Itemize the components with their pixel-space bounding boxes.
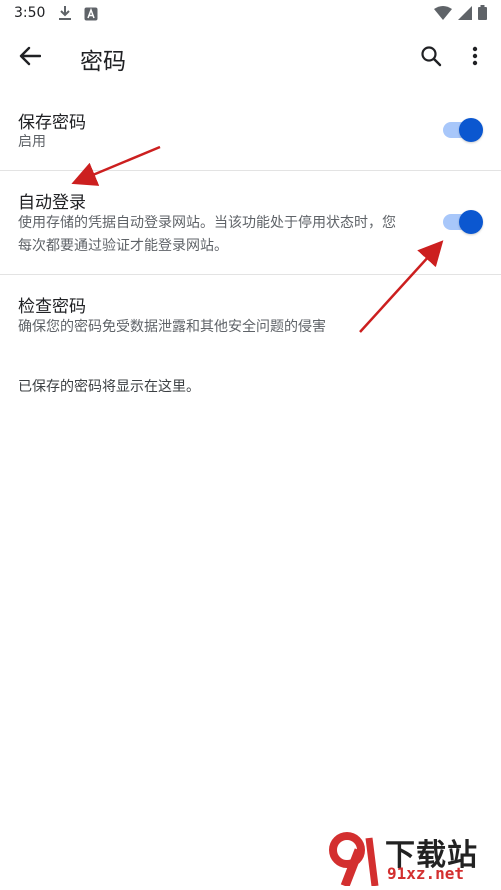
a-notification-icon <box>84 6 98 25</box>
search-icon <box>420 45 442 71</box>
battery-icon <box>478 5 487 24</box>
divider <box>0 274 501 275</box>
watermark: 下载站 91xz.net <box>325 830 495 886</box>
status-icons-right <box>434 5 487 24</box>
watermark-url: 91xz.net <box>387 864 465 883</box>
page-title: 密码 <box>80 49 126 75</box>
setting-title: 保存密码 <box>18 113 86 133</box>
wifi-icon <box>434 5 452 24</box>
toggle-knob <box>459 210 483 234</box>
search-button[interactable] <box>417 44 445 72</box>
more-options-button[interactable] <box>463 44 487 72</box>
signal-icon <box>458 5 472 24</box>
status-bar: 3:50 <box>0 0 501 28</box>
setting-title: 检查密码 <box>18 297 86 317</box>
setting-subtitle: 确保您的密码免受数据泄露和其他安全问题的侵害 <box>18 319 326 335</box>
back-button[interactable] <box>14 44 46 72</box>
back-arrow-icon <box>19 46 42 70</box>
toggle-knob <box>459 118 483 142</box>
setting-title: 自动登录 <box>18 193 86 213</box>
watermark-logo <box>329 832 379 886</box>
app-bar: 密码 <box>0 28 501 88</box>
status-time: 3:50 <box>14 5 46 21</box>
setting-subtitle: 启用 <box>18 134 46 150</box>
download-icon <box>58 5 72 25</box>
setting-subtitle: 使用存储的凭据自动登录网站。当该功能处于停用状态时，您每次都要通过验证才能登录网… <box>18 215 396 254</box>
setting-save-passwords[interactable]: 保存密码 启用 <box>0 100 501 170</box>
status-icons-left <box>58 5 98 25</box>
more-vert-icon <box>472 46 478 70</box>
divider <box>0 170 501 171</box>
setting-auto-sign-in[interactable]: 自动登录 使用存储的凭据自动登录网站。当该功能处于停用状态时，您每次都要通过验证… <box>0 180 501 274</box>
saved-passwords-info: 已保存的密码将显示在这里。 <box>18 379 200 395</box>
auto-sign-in-toggle[interactable] <box>443 210 483 234</box>
setting-check-passwords[interactable]: 检查密码 确保您的密码免受数据泄露和其他安全问题的侵害 <box>0 284 501 344</box>
save-passwords-toggle[interactable] <box>443 118 483 142</box>
